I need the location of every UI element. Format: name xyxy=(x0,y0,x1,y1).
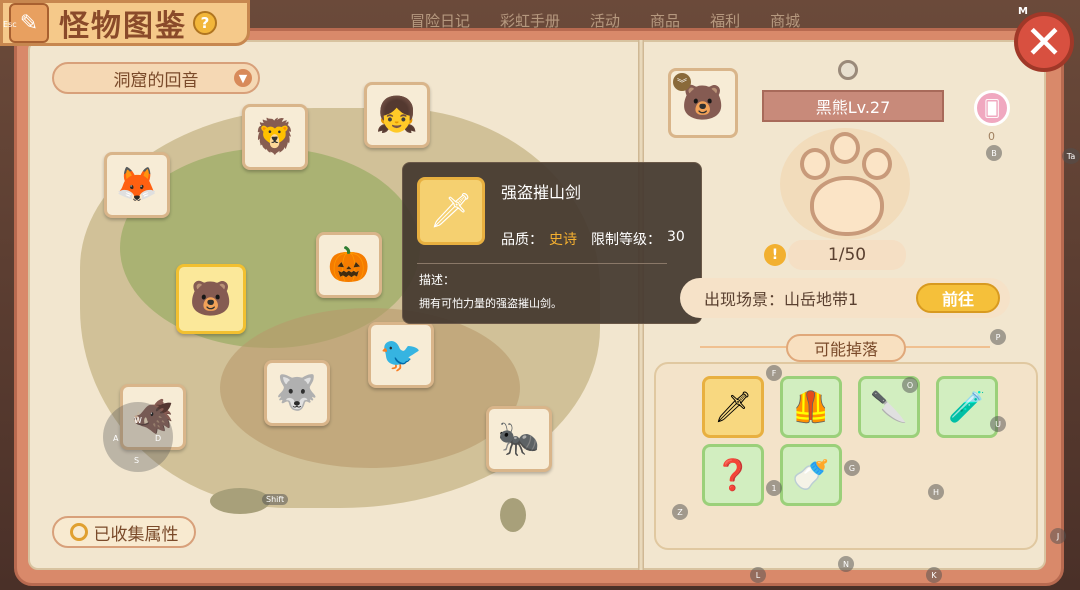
monster-name: 黑熊Lv.27 xyxy=(815,98,891,117)
bandit-sword-icon: 🗡 xyxy=(713,389,753,425)
collection-progress: 1/50 xyxy=(788,240,906,270)
monster-blue-hair-girl[interactable]: 👧 xyxy=(364,82,430,148)
title-banner: ✎ 怪物图鉴 ? xyxy=(0,0,250,46)
monster-crow-bird[interactable]: 🐦 xyxy=(368,322,434,388)
potion-icon: 🧪 xyxy=(948,389,986,425)
region-value: 洞窟的回音 xyxy=(113,70,199,91)
hotkey-l: L xyxy=(750,567,766,583)
close-hotkey-label: M xyxy=(1018,6,1028,17)
pin-icon xyxy=(838,60,858,80)
drop-item[interactable]: 🗡 xyxy=(702,376,764,438)
joystick-w: W xyxy=(134,416,142,425)
card-count: 0 xyxy=(988,130,995,143)
hotkey-o: O xyxy=(902,377,918,393)
virtual-joystick[interactable]: W A S D xyxy=(103,402,173,472)
fox-warrior-icon: 🦊 xyxy=(115,165,159,205)
item-stats: 品质： 史诗 限制等级： 30 xyxy=(501,229,685,249)
item-name: 强盗摧山剑 xyxy=(501,183,582,202)
description-title: 描述： xyxy=(419,273,456,287)
drop-item[interactable]: 🧪 xyxy=(936,376,998,438)
monster-lion-beast[interactable]: 🦁 xyxy=(242,104,308,170)
dagger-icon: 🔪 xyxy=(870,389,908,425)
milk-bottle-icon: 🍼 xyxy=(792,457,830,493)
shift-hotkey-label: Shift xyxy=(262,494,289,505)
lion-beast-icon: 🦁 xyxy=(253,117,297,157)
go-button[interactable]: 前往 xyxy=(916,283,1000,313)
drop-item[interactable]: 🦺 xyxy=(780,376,842,438)
level-value: 30 xyxy=(667,229,685,245)
monster-name-ribbon: 黑熊Lv.27 xyxy=(762,90,944,122)
pumpkin-witch-icon: 🎃 xyxy=(327,245,371,285)
map-island xyxy=(210,488,270,514)
hotkey-n: N xyxy=(838,556,854,572)
monster-black-bear[interactable]: 🐻 xyxy=(176,264,246,334)
bandit-sword-icon: 🗡 xyxy=(417,177,485,245)
paw-print-icon xyxy=(792,132,902,242)
monster-werewolf[interactable]: 🐺 xyxy=(264,360,330,426)
mystery-card-icon: ❓ xyxy=(714,457,752,493)
hotkey-g: G xyxy=(844,460,860,476)
hotkey-p: P xyxy=(990,329,1006,345)
chevron-down-icon: ▼ xyxy=(234,69,252,87)
blue-hair-girl-icon: 👧 xyxy=(375,95,419,135)
map-island xyxy=(500,498,526,532)
card-button[interactable]: 🂠 xyxy=(974,90,1010,126)
joystick-d: D xyxy=(155,434,162,443)
tooltip-divider xyxy=(417,263,667,264)
ant-lancer-icon: 🐜 xyxy=(497,419,541,459)
drop-item[interactable]: ❓ xyxy=(702,444,764,506)
warning-icon[interactable]: ! xyxy=(764,244,786,266)
collected-attributes-button[interactable]: 已收集属性 xyxy=(52,516,196,548)
page-title: 怪物图鉴 xyxy=(59,9,187,44)
rank-badge-icon: ︾ xyxy=(673,73,691,91)
hotkey-1: 1 xyxy=(766,480,782,496)
hotkey-u: U xyxy=(990,416,1006,432)
monster-ant-lancer[interactable]: 🐜 xyxy=(486,406,552,472)
scene-label: 出现场景：山岳地带1 xyxy=(704,290,859,309)
card-icon: 🂠 xyxy=(983,98,1001,118)
quality-label: 品质： xyxy=(501,232,543,248)
joystick-a: A xyxy=(113,434,119,443)
crow-bird-icon: 🐦 xyxy=(379,335,423,375)
progress-value: 1/50 xyxy=(827,245,867,265)
description-text: 拥有可怕力量的强盗摧山剑。 xyxy=(419,297,562,310)
black-bear-icon: 🐻 xyxy=(189,279,233,319)
close-button[interactable]: ✕ xyxy=(1014,12,1074,72)
hotkey-k: K xyxy=(926,567,942,583)
monster-pumpkin-witch[interactable]: 🎃 xyxy=(316,232,382,298)
hotkey-z: Z xyxy=(672,504,688,520)
esc-hotkey-label: Esc xyxy=(3,20,17,29)
monster-portrait[interactable]: ︾ 🐻 xyxy=(668,68,738,138)
collected-attributes-label: 已收集属性 xyxy=(93,524,179,545)
item-tooltip: 🗡 强盗摧山剑 品质： 史诗 限制等级： 30 描述： 拥有可怕力量的强盗摧山剑… xyxy=(402,162,702,324)
magnifier-icon xyxy=(69,523,88,541)
possible-drops-text: 可能掉落 xyxy=(813,340,878,359)
level-label: 限制等级： xyxy=(591,232,661,248)
monster-fox-warrior[interactable]: 🦊 xyxy=(104,152,170,218)
werewolf-icon: 🐺 xyxy=(275,373,319,413)
hotkey-b: B xyxy=(986,145,1002,161)
quality-value: 史诗 xyxy=(549,232,577,248)
black-bear-icon: 🐻 xyxy=(681,83,725,123)
hotkey-tab: Ta xyxy=(1062,148,1080,164)
joystick-s: S xyxy=(134,456,140,465)
possible-drops-title: 可能掉落 xyxy=(786,334,906,362)
hotkey-f: F xyxy=(766,365,782,381)
armor-vest-icon: 🦺 xyxy=(792,389,830,425)
drop-item[interactable]: 🍼 xyxy=(780,444,842,506)
hotkey-h: H xyxy=(928,484,944,500)
help-icon[interactable]: ? xyxy=(193,11,217,35)
hotkey-j: J xyxy=(1050,528,1066,544)
